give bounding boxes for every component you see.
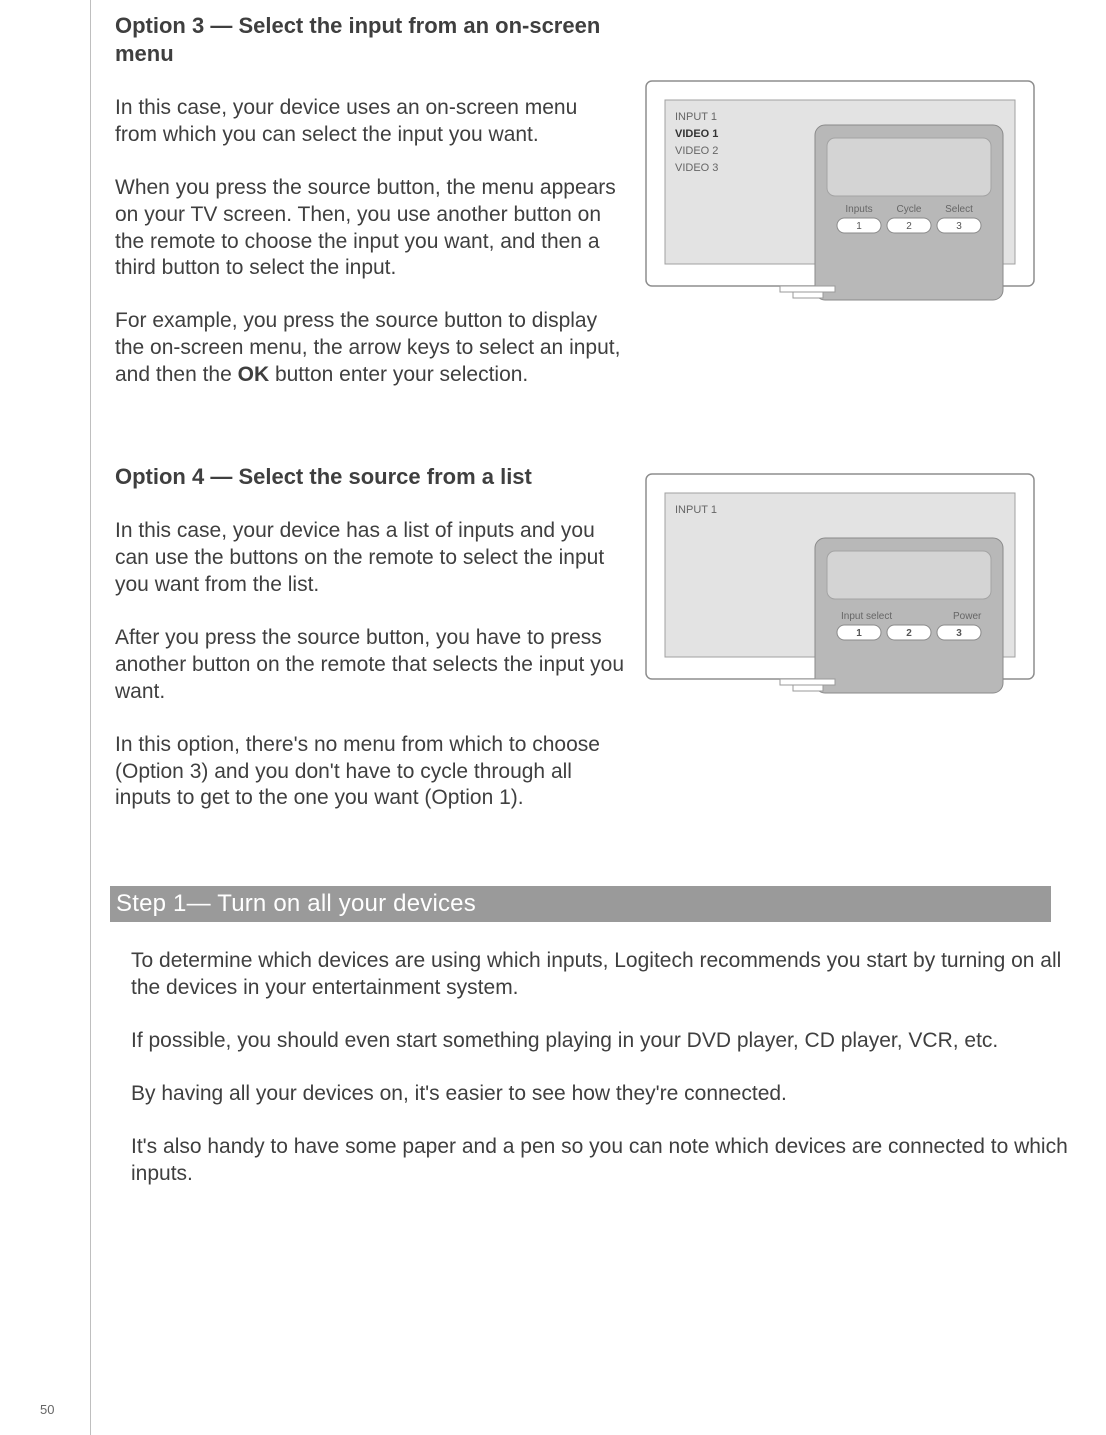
ok-label: OK bbox=[238, 363, 270, 386]
step1-para2: If possible, you should even start somet… bbox=[131, 1028, 1096, 1055]
option3-para3b: button enter your selection. bbox=[269, 363, 528, 386]
option4-para1: In this case, your device has a list of … bbox=[115, 518, 625, 599]
option4-section: Option 4 — Select the source from a list… bbox=[115, 463, 1096, 838]
menu-item-input1: INPUT 1 bbox=[675, 111, 717, 123]
option4-illustration: INPUT 1 Input select Power 1 2 3 bbox=[645, 463, 1035, 838]
remote-num-1: 1 bbox=[856, 221, 862, 232]
option4-para2: After you press the source button, you h… bbox=[115, 625, 625, 706]
menu-item-video2: VIDEO 2 bbox=[675, 145, 718, 157]
option3-heading: Option 3 — Select the input from an on-s… bbox=[115, 12, 625, 67]
option4-para3: In this option, there's no menu from whi… bbox=[115, 732, 625, 813]
remote2-num-2: 2 bbox=[906, 628, 912, 639]
option3-para3: For example, you press the source button… bbox=[115, 308, 625, 389]
page-number: 50 bbox=[40, 1402, 54, 1417]
remote2-label-power: Power bbox=[953, 611, 982, 622]
remote-label-inputs: Inputs bbox=[845, 204, 872, 215]
remote-label-cycle: Cycle bbox=[896, 204, 921, 215]
remote2-label-inputselect: Input select bbox=[841, 611, 892, 622]
option3-section: Option 3 — Select the input from an on-s… bbox=[115, 12, 1096, 415]
left-margin-rule bbox=[90, 0, 91, 1435]
option3-illustration: INPUT 1 VIDEO 1 VIDEO 2 VIDEO 3 Inputs C… bbox=[645, 12, 1035, 415]
remote2-num-1: 1 bbox=[856, 628, 862, 639]
list-input1: INPUT 1 bbox=[675, 504, 717, 516]
option4-text: Option 4 — Select the source from a list… bbox=[115, 463, 625, 838]
option4-heading: Option 4 — Select the source from a list bbox=[115, 463, 625, 491]
remote2-num-3: 3 bbox=[956, 628, 962, 639]
remote-num-2: 2 bbox=[906, 221, 912, 232]
option3-para1: In this case, your device uses an on-scr… bbox=[115, 95, 625, 149]
step1-para1: To determine which devices are using whi… bbox=[131, 948, 1096, 1002]
remote-label-select: Select bbox=[945, 204, 973, 215]
remote-num-3: 3 bbox=[956, 221, 962, 232]
step1-body: To determine which devices are using whi… bbox=[115, 948, 1096, 1187]
step1-bar: Step 1— Turn on all your devices bbox=[110, 886, 1051, 922]
step1-para3: By having all your devices on, it's easi… bbox=[131, 1081, 1096, 1108]
step1-para4: It's also handy to have some paper and a… bbox=[131, 1134, 1096, 1188]
menu-item-video1: VIDEO 1 bbox=[675, 128, 718, 140]
menu-item-video3: VIDEO 3 bbox=[675, 162, 718, 174]
option3-text: Option 3 — Select the input from an on-s… bbox=[115, 12, 625, 415]
option3-para2: When you press the source button, the me… bbox=[115, 175, 625, 283]
